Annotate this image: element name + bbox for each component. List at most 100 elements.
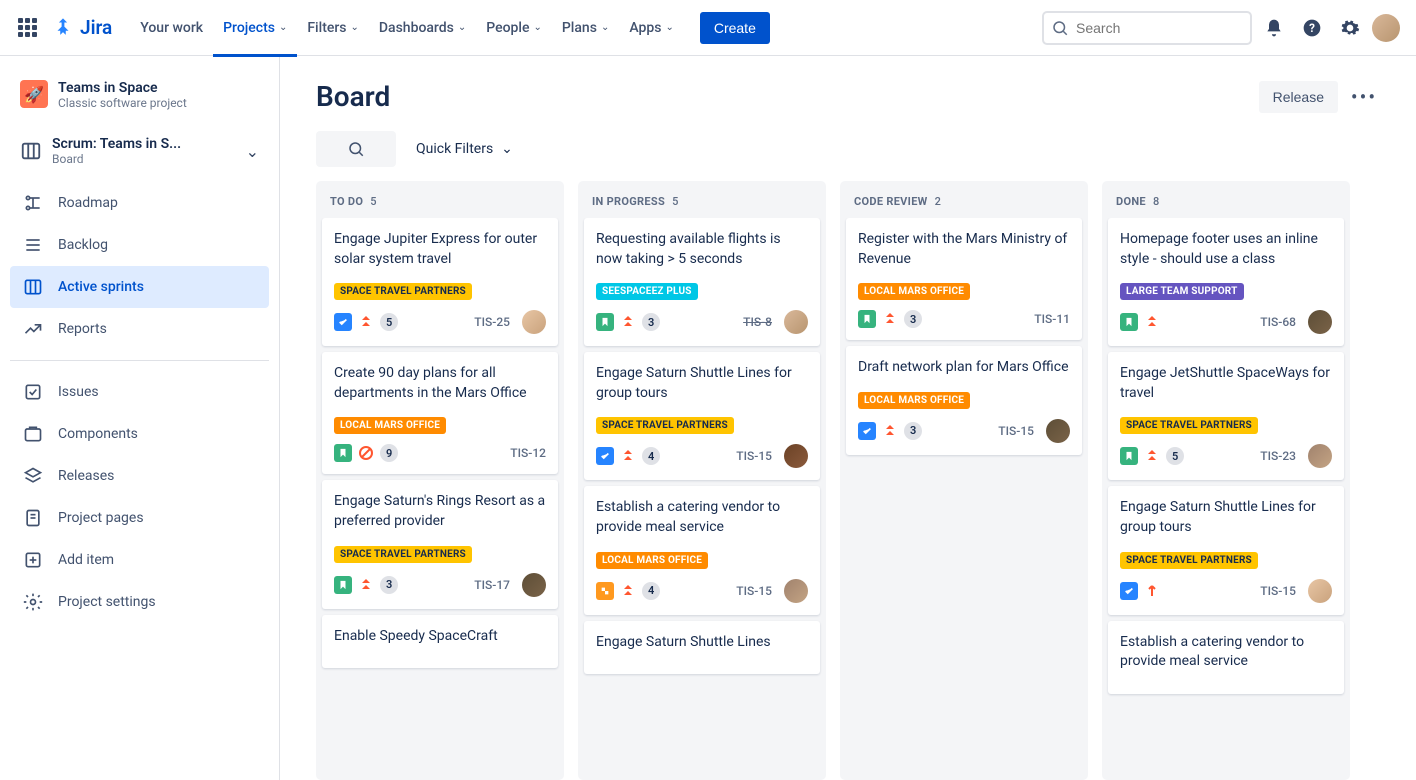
column-name: IN PROGRESS	[592, 195, 665, 208]
column-header: TO DO 5	[316, 181, 564, 218]
jira-icon	[52, 17, 74, 39]
issue-card[interactable]: Enable Speedy SpaceCraft	[322, 615, 558, 669]
sidebar-item-roadmap[interactable]: Roadmap	[10, 182, 269, 224]
issue-card[interactable]: Engage Saturn's Rings Resort as a prefer…	[322, 480, 558, 608]
search-input[interactable]	[1042, 11, 1252, 45]
assignee-avatar[interactable]	[1308, 579, 1332, 603]
sidebar-item-label: Active sprints	[58, 279, 144, 295]
priority-icon	[1144, 583, 1160, 599]
issue-key[interactable]: TIS-12	[510, 446, 546, 460]
issue-key[interactable]: TIS-17	[474, 578, 510, 592]
release-button[interactable]: Release	[1259, 81, 1338, 113]
assignee-avatar[interactable]	[784, 579, 808, 603]
issue-key[interactable]: TIS-15	[1260, 584, 1296, 598]
jira-logo[interactable]: Jira	[52, 16, 112, 39]
assignee-avatar[interactable]	[1308, 310, 1332, 334]
issue-card[interactable]: Engage Jupiter Express for outer solar s…	[322, 218, 558, 346]
issue-type-icon	[858, 310, 876, 328]
sidebar-item-releases[interactable]: Releases	[10, 455, 269, 497]
card-title: Requesting available flights is now taki…	[596, 230, 808, 269]
nav-your-work[interactable]: Your work	[130, 14, 213, 42]
epic-tag[interactable]: LOCAL MARS OFFICE	[596, 552, 708, 569]
issue-card[interactable]: Engage Saturn Shuttle Lines for group to…	[1108, 486, 1344, 614]
app-switcher-icon[interactable]	[16, 16, 40, 40]
issue-key[interactable]: TIS-15	[736, 449, 772, 463]
sidebar-item-issues[interactable]: Issues	[10, 371, 269, 413]
sidebar-item-active-sprints[interactable]: Active sprints	[10, 266, 269, 308]
board-selector[interactable]: Scrum: Teams in S... Board ⌄	[10, 128, 269, 178]
sidebar-item-project-pages[interactable]: Project pages	[10, 497, 269, 539]
issue-key[interactable]: TIS-15	[736, 584, 772, 598]
epic-tag[interactable]: SEESPACEEZ PLUS	[596, 283, 698, 300]
project-header[interactable]: 🚀 Teams in Space Classic software projec…	[10, 76, 269, 128]
epic-tag[interactable]: SPACE TRAVEL PARTNERS	[334, 283, 472, 300]
priority-icon	[358, 314, 374, 330]
sidebar-item-add-item[interactable]: Add item	[10, 539, 269, 581]
epic-tag[interactable]: SPACE TRAVEL PARTNERS	[1120, 417, 1258, 434]
card-title: Create 90 day plans for all departments …	[334, 364, 546, 403]
story-points: 5	[380, 313, 398, 331]
column-name: DONE	[1116, 195, 1146, 208]
nav-filters[interactable]: Filters ⌄	[297, 14, 369, 42]
priority-icon	[358, 445, 374, 461]
issue-card[interactable]: Establish a catering vendor to provide m…	[1108, 621, 1344, 694]
global-search[interactable]	[1042, 11, 1252, 45]
epic-tag[interactable]: LOCAL MARS OFFICE	[858, 392, 970, 409]
nav-people[interactable]: People ⌄	[476, 14, 552, 42]
board-sub: Board	[52, 152, 181, 166]
epic-tag[interactable]: SPACE TRAVEL PARTNERS	[1120, 552, 1258, 569]
assignee-avatar[interactable]	[522, 573, 546, 597]
nav-label: Projects	[223, 20, 275, 36]
issue-card[interactable]: Homepage footer uses an inline style - s…	[1108, 218, 1344, 346]
epic-tag[interactable]: LARGE TEAM SUPPORT	[1120, 283, 1244, 300]
assignee-avatar[interactable]	[784, 444, 808, 468]
sidebar-item-label: Backlog	[58, 237, 108, 253]
issue-card[interactable]: Engage Saturn Shuttle Lines for group to…	[584, 352, 820, 480]
epic-tag[interactable]: SPACE TRAVEL PARTNERS	[596, 417, 734, 434]
card-title: Draft network plan for Mars Office	[858, 358, 1070, 378]
column-header: CODE REVIEW 2	[840, 181, 1088, 218]
issue-card[interactable]: Register with the Mars Ministry of Reven…	[846, 218, 1082, 340]
nav-apps[interactable]: Apps ⌄	[619, 14, 684, 42]
help-icon[interactable]: ?	[1296, 12, 1328, 44]
column-code-review: CODE REVIEW 2Register with the Mars Mini…	[840, 181, 1088, 780]
issue-card[interactable]: Engage JetShuttle SpaceWays for travelSP…	[1108, 352, 1344, 480]
sidebar-item-components[interactable]: Components	[10, 413, 269, 455]
column-in-progress: IN PROGRESS 5Requesting available flight…	[578, 181, 826, 780]
nav-plans[interactable]: Plans ⌄	[552, 14, 619, 42]
settings-icon[interactable]	[1334, 12, 1366, 44]
assignee-avatar[interactable]	[1308, 444, 1332, 468]
board-search[interactable]	[316, 131, 396, 167]
assignee-avatar[interactable]	[1046, 419, 1070, 443]
issue-card[interactable]: Requesting available flights is now taki…	[584, 218, 820, 346]
nav-dashboards[interactable]: Dashboards ⌄	[369, 14, 476, 42]
issue-key[interactable]: TIS-23	[1260, 449, 1296, 463]
issue-type-icon	[1120, 582, 1138, 600]
issue-type-icon	[596, 582, 614, 600]
notifications-icon[interactable]	[1258, 12, 1290, 44]
create-button[interactable]: Create	[700, 12, 770, 44]
issue-key[interactable]: TIS-15	[998, 424, 1034, 438]
quick-filters-dropdown[interactable]: Quick Filters ⌄	[416, 141, 513, 157]
more-actions-icon[interactable]: •••	[1348, 81, 1380, 113]
nav-projects[interactable]: Projects ⌄	[213, 14, 297, 42]
issue-card[interactable]: Draft network plan for Mars Office LOCAL …	[846, 346, 1082, 455]
issue-card[interactable]: Engage Saturn Shuttle Lines	[584, 621, 820, 675]
profile-avatar[interactable]	[1372, 14, 1400, 42]
assignee-avatar[interactable]	[784, 310, 808, 334]
issue-key[interactable]: TIS-25	[474, 315, 510, 329]
epic-tag[interactable]: SPACE TRAVEL PARTNERS	[334, 546, 472, 563]
issue-key[interactable]: TIS-11	[1034, 312, 1070, 326]
sidebar-item-project-settings[interactable]: Project settings	[10, 581, 269, 623]
sidebar-item-reports[interactable]: Reports	[10, 308, 269, 350]
chevron-down-icon: ⌄	[533, 22, 541, 33]
epic-tag[interactable]: LOCAL MARS OFFICE	[334, 417, 446, 434]
assignee-avatar[interactable]	[522, 310, 546, 334]
sidebar-icon	[22, 381, 44, 403]
issue-key[interactable]: TIS-8	[743, 315, 772, 329]
issue-key[interactable]: TIS-68	[1260, 315, 1296, 329]
issue-card[interactable]: Establish a catering vendor to provide m…	[584, 486, 820, 614]
epic-tag[interactable]: LOCAL MARS OFFICE	[858, 283, 970, 300]
issue-card[interactable]: Create 90 day plans for all departments …	[322, 352, 558, 474]
sidebar-item-backlog[interactable]: Backlog	[10, 224, 269, 266]
